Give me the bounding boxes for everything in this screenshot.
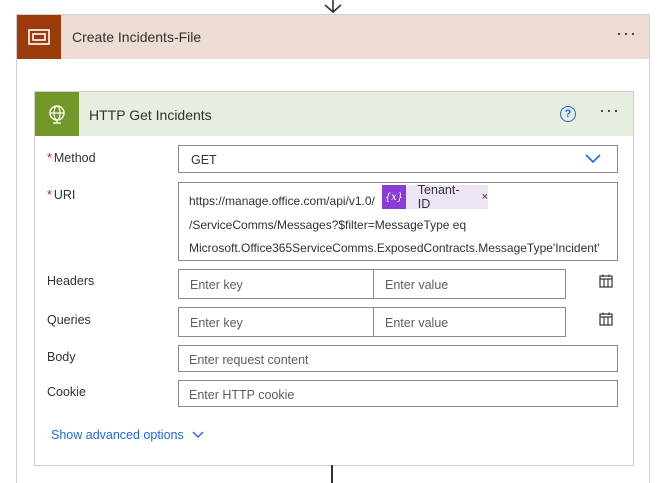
headers-key-placeholder: Enter key (190, 278, 243, 292)
queries-label: Queries (47, 313, 91, 327)
scope-header[interactable]: Create Incidents-File ··· (17, 15, 649, 59)
body-label: Body (47, 350, 76, 364)
token-label: Tenant-ID (417, 183, 460, 211)
scope-more-options-button[interactable]: ··· (616, 23, 637, 44)
queries-value-input[interactable]: Enter value (373, 307, 566, 337)
globe-icon (35, 92, 79, 136)
method-dropdown[interactable]: GET (178, 145, 618, 173)
headers-label: Headers (47, 274, 95, 288)
cookie-label: Cookie (47, 385, 86, 399)
help-circle-icon[interactable]: ? (560, 106, 576, 122)
tenant-id-token[interactable]: {x} Tenant-ID × (382, 183, 488, 211)
scope-bracket-icon (17, 15, 61, 59)
connector-line (331, 465, 333, 483)
uri-field[interactable]: https://manage.office.com/api/v1.0/ {x} … (178, 182, 618, 261)
method-label-text: Method (53, 151, 96, 165)
body-input[interactable]: Enter request content (178, 345, 618, 372)
show-advanced-options-label: Show advanced options (51, 428, 184, 442)
uri-line-1: https://manage.office.com/api/v1.0/ (189, 194, 375, 208)
http-action-header[interactable]: HTTP Get Incidents ? ··· (35, 92, 633, 136)
queries-key-placeholder: Enter key (190, 316, 243, 330)
headers-value-input[interactable]: Enter value (373, 269, 566, 299)
body-placeholder: Enter request content (189, 353, 309, 367)
flow-canvas: Create Incidents-File ··· HTTP Get Incid… (0, 0, 668, 483)
http-action-title: HTTP Get Incidents (89, 107, 212, 123)
headers-value-placeholder: Enter value (385, 278, 449, 292)
token-remove-button[interactable]: × (482, 191, 488, 203)
cookie-input[interactable]: Enter HTTP cookie (178, 380, 618, 407)
chevron-down-icon (585, 154, 601, 164)
scope-title: Create Incidents-File (72, 29, 202, 45)
table-switch-icon[interactable] (599, 312, 613, 326)
uri-line-2: /ServiceComms/Messages?$filter=MessageTy… (189, 218, 467, 232)
arrow-down-icon (324, 0, 342, 14)
headers-key-input[interactable]: Enter key (178, 269, 374, 299)
required-marker: * (47, 188, 52, 202)
method-label: * Method (47, 151, 96, 165)
show-advanced-options-link[interactable]: Show advanced options (51, 428, 204, 442)
cookie-placeholder: Enter HTTP cookie (189, 388, 295, 402)
uri-label: * URI (47, 188, 75, 202)
chevron-down-icon (192, 431, 204, 438)
variable-icon: {x} (382, 185, 406, 209)
uri-label-text: URI (53, 188, 76, 202)
uri-line-3: Microsoft.Office365ServiceComms.ExposedC… (189, 241, 600, 255)
queries-key-input[interactable]: Enter key (178, 307, 374, 337)
method-value: GET (191, 153, 217, 167)
table-switch-icon[interactable] (599, 274, 613, 288)
queries-value-placeholder: Enter value (385, 316, 449, 330)
required-marker: * (47, 151, 52, 165)
http-more-options-button[interactable]: ··· (599, 100, 620, 121)
